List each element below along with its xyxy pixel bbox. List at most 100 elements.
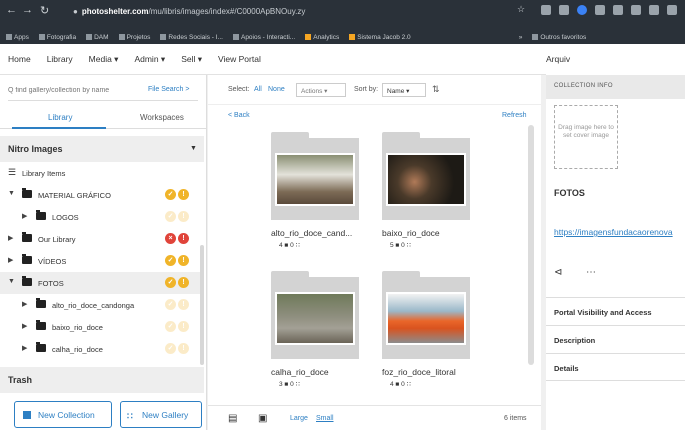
info-badge-icon: ! [178,211,189,222]
analytics-icon [305,34,312,41]
gallery-counts: 4 ■ 0 ∷ [390,381,411,388]
share-icon[interactable]: ⊲ [554,267,562,278]
back-arrow-icon[interactable]: ← [6,4,17,16]
bookmark-analytics[interactable]: Analytics [305,34,339,41]
sort-direction-icon[interactable]: ⇅ [432,84,440,95]
tree-item-baixo-rio-doce[interactable]: ▶ baixo_rio_doce ✓ ! [0,316,200,338]
large-size-link[interactable]: Large [290,415,308,422]
collapsed-caret-icon[interactable]: ▶ [8,234,13,242]
collapsed-caret-icon[interactable]: ▶ [22,344,27,352]
gallery-browser: Select: All None Actions ▾ Sort by: Name… [208,75,542,430]
collapsed-caret-icon[interactable]: ▶ [22,212,27,220]
bookmarks-more[interactable]: » [519,34,523,41]
collapsed-caret-icon[interactable]: ▶ [22,300,27,308]
visibility-badge-icon: ✓ [165,299,176,310]
expanded-caret-icon[interactable]: ▼ [8,190,15,197]
bookmark-outros[interactable]: Outros favoritos [532,34,586,41]
select-all-link[interactable]: All [254,86,262,93]
nitro-images-header[interactable]: Nitro Images ▼ [0,136,204,162]
status-badges: ✓ ! [165,299,195,311]
list-view-icon[interactable]: ▤ [228,413,237,424]
extension-icon[interactable] [595,5,605,15]
new-collection-button[interactable]: New Collection [14,401,112,428]
extension-icon[interactable] [649,5,659,15]
bookmark-redes[interactable]: Redes Sociais - I... [160,34,223,41]
gallery-thumbnail[interactable] [386,153,466,206]
bookmark-sistema[interactable]: Sistema Jacob 2.0 [349,34,411,41]
extension-icon[interactable] [541,5,551,15]
active-tab-indicator [12,127,106,129]
collapsed-caret-icon[interactable]: ▶ [8,256,13,264]
gallery-thumbnail[interactable] [275,292,355,345]
visibility-badge-icon: ✓ [165,255,176,266]
back-link[interactable]: < Back [228,112,250,119]
details-section[interactable]: Details [546,353,685,381]
gallery-name[interactable]: calha_rio_doce [271,367,371,377]
gallery-search-input[interactable] [8,83,138,98]
tree-item-alto-rio-doce[interactable]: ▶ alto_rio_doce_candonga ✓ ! [0,294,200,316]
gallery-thumbnail[interactable] [275,153,355,206]
description-section[interactable]: Description [546,325,685,353]
menu-admin[interactable]: Admin ▾ [134,54,165,65]
extension-icon[interactable] [631,5,641,15]
gallery-name[interactable]: baixo_rio_doce [382,228,482,238]
grid-view-icon[interactable]: ▣ [258,413,267,424]
star-icon[interactable]: ☆ [517,4,525,15]
refresh-link[interactable]: Refresh [502,112,527,119]
bookmark-fotografia[interactable]: Fotografia [38,34,76,41]
bookmark-projetos[interactable]: Projetos [118,34,150,41]
tree-item-our-library[interactable]: ▶ Our Library × ! [0,228,200,250]
status-badges: ✓ ! [165,189,195,201]
sort-dropdown[interactable]: Name ▾ [382,83,426,97]
file-search-link[interactable]: File Search > [148,86,189,93]
status-badges: ✓ ! [165,255,195,267]
gallery-name[interactable]: foz_rio_doce_litoral [382,367,482,377]
forward-arrow-icon[interactable]: → [22,4,33,16]
extension-icon[interactable] [667,5,677,15]
menu-sell[interactable]: Sell ▾ [181,54,202,65]
bookmark-apoios[interactable]: Apoios - Interacti... [232,34,295,41]
reload-icon[interactable]: ↻ [40,4,49,17]
status-badges: ✓ ! [165,211,195,223]
portal-visibility-section[interactable]: Portal Visibility and Access [546,297,685,325]
tree-item-fotos[interactable]: ▼ FOTOS ✓ ! [0,272,200,294]
bookmark-apps[interactable]: Apps [6,34,29,41]
visibility-badge-icon: ✓ [165,321,176,332]
collection-url-link[interactable]: https://imagensfundacaorenova [554,227,673,237]
menu-view-portal[interactable]: View Portal [218,54,261,64]
tab-library[interactable]: Library [48,113,72,122]
expanded-caret-icon[interactable]: ▼ [8,278,15,285]
gallery-counts: 3 ■ 0 ∷ [279,381,300,388]
gallery-counts: 4 ■ 0 ∷ [279,242,300,249]
gallery-name[interactable]: alto_rio_doce_cand... [271,228,371,238]
visibility-badge-icon: ✓ [165,277,176,288]
extension-icon[interactable] [559,5,569,15]
menu-home[interactable]: Home [8,54,31,64]
gallery-thumbnail[interactable] [386,292,466,345]
cover-image-dropzone[interactable]: Drag image here to set cover image [554,105,618,169]
extension-icon[interactable] [613,5,623,15]
bookmark-dam[interactable]: DAM [86,34,109,41]
tree-item-logos[interactable]: ▶ LOGOS ✓ ! [0,206,200,228]
more-options-icon[interactable]: ⋯ [586,267,596,278]
caret-down-icon[interactable]: ▼ [190,145,197,152]
actions-dropdown[interactable]: Actions ▾ [296,83,346,97]
trash-item[interactable]: Trash [0,367,204,393]
menu-media[interactable]: Media ▾ [89,54,119,65]
tree-item-calha-rio-doce[interactable]: ▶ calha_rio_doce ✓ ! [0,338,200,360]
new-gallery-button[interactable]: ∷ New Gallery [120,401,202,428]
content-scrollbar[interactable] [528,125,534,365]
tree-item-library-items[interactable]: ☰ Library Items [0,162,200,184]
collapsed-caret-icon[interactable]: ▶ [22,322,27,330]
small-size-link[interactable]: Small [316,415,334,422]
tree-item-material-grafico[interactable]: ▼ MATERIAL GRÁFICO ✓ ! [0,184,200,206]
menu-library[interactable]: Library [47,54,73,64]
sidebar-scrollbar[interactable] [200,245,204,365]
tab-workspaces[interactable]: Workspaces [140,113,184,122]
address-bar[interactable]: ● photoshelter.com /mu/libris/images/ind… [73,4,533,19]
tree-item-videos[interactable]: ▶ VÍDEOS ✓ ! [0,250,200,272]
gallery-counts: 5 ■ 0 ∷ [390,242,411,249]
extension-icon[interactable] [577,5,587,15]
folder-icon [22,188,32,198]
select-none-link[interactable]: None [268,86,285,93]
